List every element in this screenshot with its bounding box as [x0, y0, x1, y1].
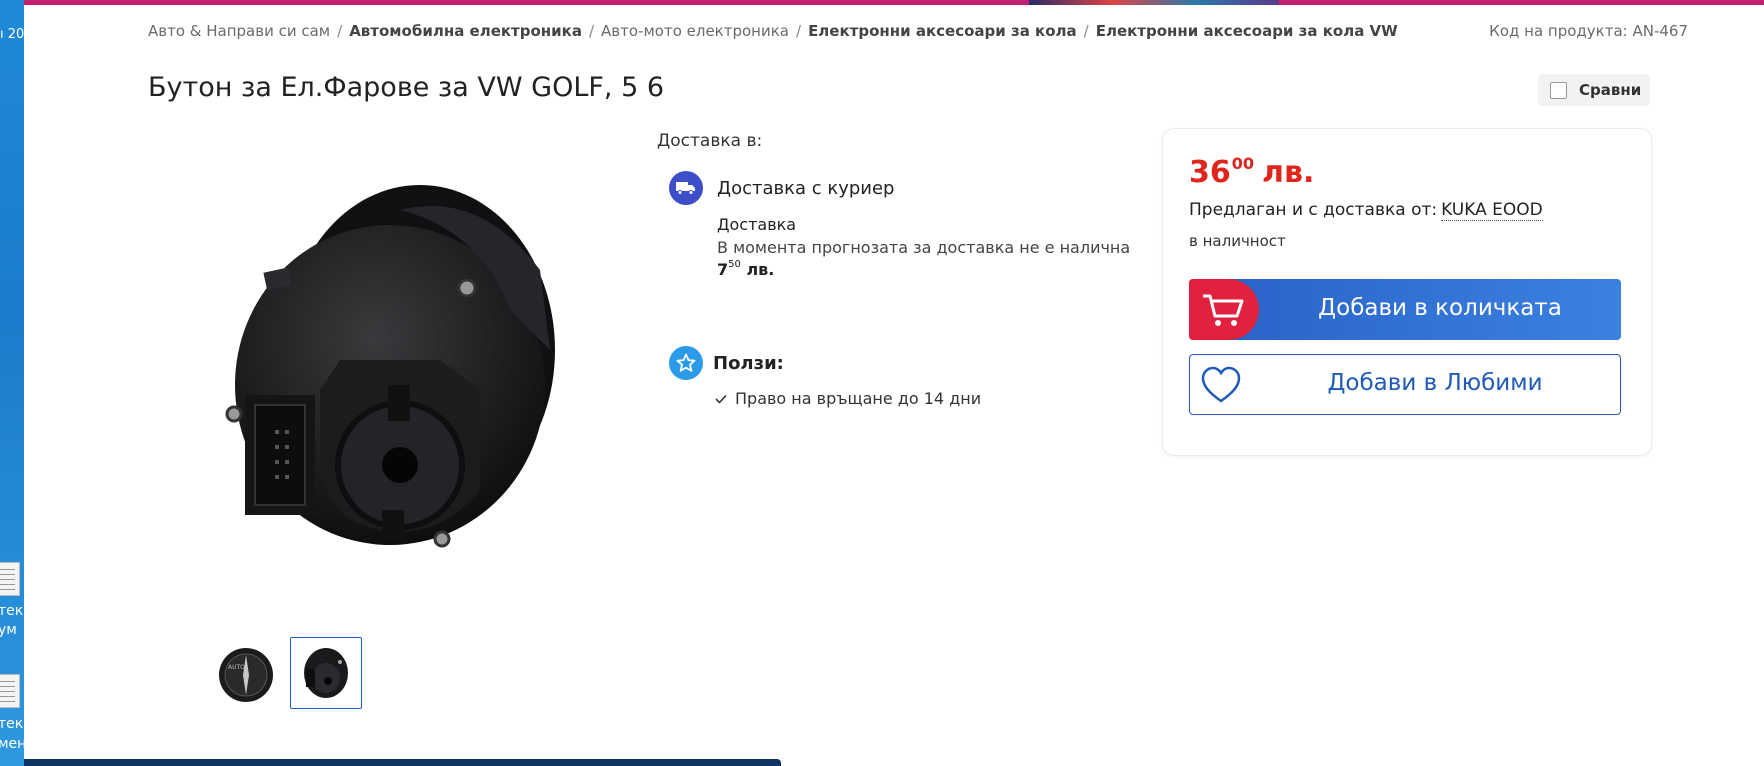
seller-info: Предлаган и с доставка от: KUKA EOOD: [1189, 200, 1543, 221]
breadcrumb-item[interactable]: Електронни аксесоари за кола: [808, 22, 1077, 40]
top-accent-bar: [24, 0, 1764, 5]
truck-icon-glyph: [676, 182, 695, 195]
breadcrumb-separator: /: [796, 22, 802, 40]
product-thumbnail-2[interactable]: [290, 637, 362, 709]
breadcrumb: Авто & Направи си сам / Автомобилна електр…: [148, 22, 1398, 40]
price-currency: лв.: [1262, 155, 1315, 190]
benefit-item: Право на връщане до 14 дни: [714, 389, 981, 408]
seller-prefix: Предлаган и с доставка от:: [1189, 200, 1438, 220]
stock-status: в наличност: [1189, 232, 1286, 250]
page-title: Бутон за Ел.Фарове за VW GOLF, 5 6: [148, 72, 665, 103]
desktop-file-icon[interactable]: [0, 562, 20, 596]
product-code: Код на продукта: AN-467: [1489, 22, 1688, 40]
offer-card: 3600 лв. Предлаган и с доставка от: KUKA E…: [1162, 128, 1652, 456]
desktop-background: ı 20 тек ум тек мен: [0, 0, 24, 766]
delivery-price-currency: лв.: [746, 260, 775, 279]
delivery-price-dec: 50: [728, 258, 741, 270]
heart-icon: [1201, 366, 1241, 403]
delivery-label: Доставка: [717, 215, 797, 234]
product-price: 3600 лв.: [1189, 154, 1315, 190]
product-main-image[interactable]: [210, 150, 610, 590]
desktop-file-label[interactable]: тек: [0, 603, 23, 619]
compare-checkbox[interactable]: [1550, 81, 1567, 99]
compare-toggle[interactable]: Сравни: [1538, 74, 1650, 106]
add-to-cart-button[interactable]: Добави в количката: [1189, 279, 1621, 340]
desktop-file-label[interactable]: ум: [0, 622, 17, 638]
product-thumbnail-2-image: [304, 648, 348, 698]
price-decimals: 00: [1231, 154, 1255, 173]
benefits-title: Ползи:: [713, 353, 784, 374]
product-thumbnail-1[interactable]: AUTO: [218, 647, 274, 703]
cart-icon: [1203, 294, 1244, 326]
star-icon: [669, 346, 703, 380]
breadcrumb-item[interactable]: Електронни аксесоари за кола VW: [1096, 22, 1398, 40]
bottom-sticky-bar: [24, 759, 781, 766]
breadcrumb-separator: /: [588, 22, 595, 40]
add-to-favorites-label: Добави в Любими: [1327, 370, 1543, 396]
price-integer: 36: [1189, 155, 1231, 190]
product-page: Авто & Направи си сам / Автомобилна електр…: [24, 0, 1764, 766]
add-to-favorites-button[interactable]: Добави в Любими: [1189, 354, 1621, 415]
benefit-item-label: Право на връщане до 14 дни: [735, 389, 982, 408]
delivery-price: 750 лв.: [717, 258, 775, 279]
breadcrumb-item[interactable]: Авто-мото електроника: [601, 22, 789, 40]
breadcrumb-item[interactable]: Авто & Направи си сам: [148, 22, 330, 40]
breadcrumb-separator: /: [1083, 22, 1089, 40]
add-to-cart-label: Добави в количката: [1318, 295, 1562, 321]
breadcrumb-separator: /: [337, 22, 343, 40]
delivery-note: В момента прогнозата за доставка не е на…: [717, 238, 1131, 257]
desktop-file-label[interactable]: тек: [0, 716, 23, 732]
desktop-file-icon[interactable]: [0, 674, 20, 708]
check-icon: [715, 394, 727, 404]
breadcrumb-item[interactable]: Автомобилна електроника: [349, 22, 582, 40]
delivery-heading: Доставка в:: [657, 131, 763, 151]
seller-link[interactable]: KUKA EOOD: [1441, 200, 1543, 221]
desktop-clock-text: ı 20: [0, 27, 24, 42]
svg-text:AUTO: AUTO: [228, 664, 245, 671]
top-banner-strip: [1029, 0, 1279, 5]
star-icon-glyph: [676, 353, 696, 372]
compare-label: Сравни: [1579, 81, 1642, 99]
truck-icon: [669, 171, 703, 205]
delivery-price-int: 7: [717, 260, 729, 279]
courier-delivery-title: Доставка с куриер: [717, 178, 895, 199]
desktop-file-label[interactable]: мен: [0, 736, 24, 752]
